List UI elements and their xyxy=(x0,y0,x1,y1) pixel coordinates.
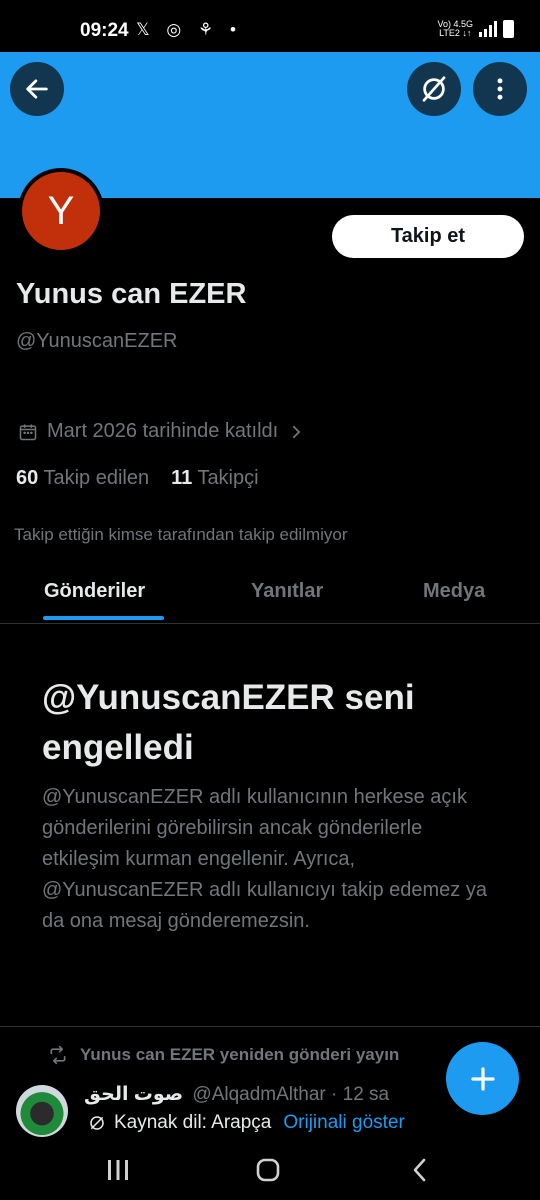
home-button[interactable] xyxy=(238,1152,298,1188)
follow-button[interactable]: Takip et xyxy=(332,215,524,258)
network-bottom: LTE2 ↓↑ xyxy=(439,28,472,38)
followers-stat[interactable]: 11 Takipçi xyxy=(171,467,259,490)
blocked-body: @YunuscanEZER adlı kullanıcının herkese … xyxy=(42,786,487,932)
blocked-title: @YunuscanEZER seni engelledi xyxy=(42,678,415,767)
arrow-left-icon xyxy=(26,79,48,99)
repost-icon xyxy=(50,1045,66,1065)
repost-text: Yunus can EZER yeniden gönderi yayın xyxy=(80,1045,400,1064)
avatar[interactable]: Y xyxy=(18,168,104,254)
follow-stats: 60 Takip edilen 11 Takipçi xyxy=(16,467,259,490)
not-followed-note: Takip ettiğin kimse tarafından takip edi… xyxy=(14,525,348,544)
recent-apps-button[interactable] xyxy=(88,1152,148,1188)
calendar-icon xyxy=(19,424,37,440)
tweet-author-avatar[interactable] xyxy=(16,1085,68,1137)
back-nav-button[interactable] xyxy=(390,1152,450,1188)
plus-icon xyxy=(470,1066,495,1091)
more-vertical-icon xyxy=(497,78,503,100)
back-nav-icon xyxy=(413,1158,426,1182)
status-indicators: Vo) 4.5G LTE2 ↓↑ xyxy=(437,20,514,38)
network-indicator: Vo) 4.5G LTE2 ↓↑ xyxy=(437,20,473,38)
following-label: Takip edilen xyxy=(43,467,150,489)
display-name: Yunus can EZER xyxy=(16,278,247,310)
status-time: 09:24 xyxy=(80,20,129,41)
status-bar: 09:24 𝕏 ◎ ⚘ • Vo) 4.5G LTE2 ↓↑ xyxy=(0,0,540,52)
avatar-letter: Y xyxy=(47,188,75,233)
divider xyxy=(0,1026,540,1027)
more-button[interactable] xyxy=(473,62,527,116)
chevron-right-icon xyxy=(293,425,301,438)
recent-apps-icon xyxy=(108,1160,128,1180)
show-original-link[interactable]: Orijinali göster xyxy=(283,1112,404,1134)
grok-button[interactable] xyxy=(407,62,461,116)
tweet-language-row: Kaynak dil: Arapça Orijinali göster xyxy=(88,1112,405,1134)
followers-label: Takipçi xyxy=(197,467,259,489)
tab-posts[interactable]: Gönderiler xyxy=(44,580,145,603)
translate-icon xyxy=(90,1116,104,1130)
following-count: 60 xyxy=(16,467,39,489)
back-button[interactable] xyxy=(10,62,64,116)
tweet-author-handle[interactable]: @AlqadmAlthar xyxy=(192,1084,325,1105)
system-nav-bar xyxy=(0,1140,540,1200)
tweet-time: · 12 sa xyxy=(331,1084,390,1105)
tab-replies[interactable]: Yanıtlar xyxy=(251,580,323,603)
tweet-header: صوت الحق @AlqadmAlthar · 12 sa xyxy=(84,1083,389,1106)
tweet-author-name[interactable]: صوت الحق xyxy=(84,1084,183,1105)
grok-icon xyxy=(422,76,446,102)
following-stat[interactable]: 60 Takip edilen xyxy=(16,467,149,490)
joined-date[interactable]: Mart 2026 tarihinde katıldı xyxy=(18,420,305,443)
notification-icons: 𝕏 ◎ ⚘ • xyxy=(136,20,242,39)
handle: @YunuscanEZER xyxy=(16,330,178,352)
battery-icon xyxy=(503,20,514,38)
active-tab-indicator xyxy=(43,616,164,620)
repost-line: Yunus can EZER yeniden gönderi yayın xyxy=(48,1045,399,1065)
source-language: Kaynak dil: Arapça xyxy=(114,1112,272,1133)
home-icon xyxy=(256,1158,280,1182)
tab-media[interactable]: Medya xyxy=(423,580,485,603)
signal-icon xyxy=(479,21,497,37)
joined-text: Mart 2026 tarihinde katıldı xyxy=(47,420,279,442)
followers-count: 11 xyxy=(171,467,193,489)
compose-button[interactable] xyxy=(446,1042,519,1115)
